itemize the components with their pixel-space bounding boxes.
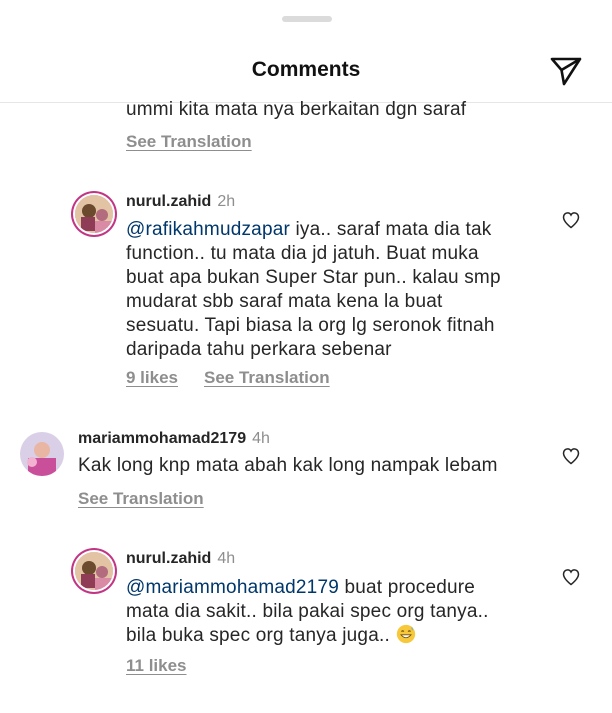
comment-text: @mariammohamad2179 buat procedure mata d… — [126, 577, 489, 646]
likes-count-link[interactable]: 9 likes — [126, 368, 178, 388]
comment-text: @rafikahmudzapar iya.. saraf mata dia ta… — [126, 219, 501, 360]
comment-header: nurul.zahid 2h — [126, 193, 235, 211]
timestamp: 4h — [252, 430, 270, 447]
likes-count-link[interactable]: 11 likes — [126, 656, 187, 676]
page-title: Comments — [251, 58, 361, 81]
see-translation-link[interactable]: See Translation — [204, 368, 330, 388]
timestamp: 2h — [217, 193, 236, 210]
timestamp: 4h — [217, 550, 236, 567]
username[interactable]: mariammohamad2179 — [78, 430, 246, 447]
like-button[interactable] — [561, 210, 581, 230]
share-button[interactable] — [549, 54, 583, 88]
like-button[interactable] — [561, 567, 581, 587]
mention-link[interactable]: @mariammohamad2179 — [126, 577, 339, 598]
comment-header: mariammohamad2179 4h — [78, 430, 270, 448]
heart-icon — [562, 212, 580, 229]
username[interactable]: nurul.zahid — [126, 550, 211, 567]
drag-handle[interactable] — [282, 16, 332, 22]
comments-sheet: Comments ummi kita mata nya berkaitan dg… — [0, 0, 612, 713]
username[interactable]: nurul.zahid — [126, 193, 211, 210]
avatar[interactable] — [20, 432, 64, 476]
avatar[interactable] — [75, 195, 113, 233]
like-button[interactable] — [561, 446, 581, 466]
see-translation-link[interactable]: See Translation — [126, 132, 252, 152]
paper-plane-icon — [550, 57, 582, 86]
mention-link[interactable]: @rafikahmudzapar — [126, 219, 290, 240]
header: Comments — [0, 40, 612, 103]
see-translation-link[interactable]: See Translation — [78, 489, 204, 509]
grinning-sweat-emoji-icon — [396, 624, 416, 644]
comment-text: ummi kita mata nya berkaitan dgn saraf — [126, 99, 467, 120]
comment-text: Kak long knp mata abah kak long nampak l… — [78, 455, 498, 476]
avatar[interactable] — [75, 552, 113, 590]
comment-header: nurul.zahid 4h — [126, 550, 235, 568]
heart-icon — [562, 569, 580, 586]
heart-icon — [562, 448, 580, 465]
